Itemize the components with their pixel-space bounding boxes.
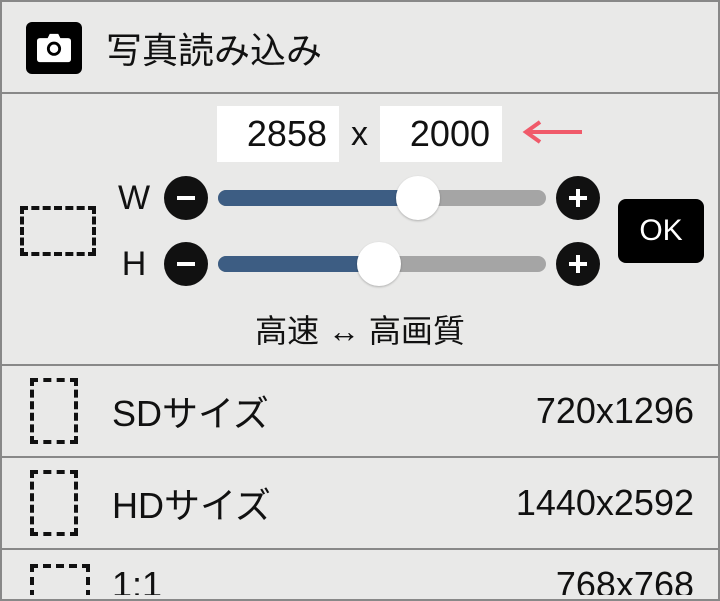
height-plus-button[interactable] — [556, 242, 600, 286]
height-slider-thumb[interactable] — [357, 242, 401, 286]
camera-icon — [26, 22, 82, 74]
preset-size-sd[interactable]: SDサイズ 720x1296 — [2, 366, 718, 458]
width-slider-row: W — [114, 176, 600, 220]
dimension-separator: x — [347, 115, 372, 154]
height-slider[interactable] — [218, 242, 546, 286]
preset-size-label: 1:1 — [112, 564, 556, 595]
preset-size-hd[interactable]: HDサイズ 1440x2592 — [2, 458, 718, 550]
preset-size-value: 1440x2592 — [516, 482, 694, 524]
sliders-column: W H — [114, 176, 600, 286]
aspect-landscape-icon — [20, 206, 96, 256]
sliders-area: W H — [12, 176, 708, 286]
custom-size-section: 2858 x 2000 W — [2, 94, 718, 366]
preset-size-label: HDサイズ — [112, 477, 516, 529]
width-input[interactable]: 2858 — [217, 106, 339, 162]
height-minus-button[interactable] — [164, 242, 208, 286]
preset-size-1-1[interactable]: 1:1 768x768 — [2, 550, 718, 595]
width-slider-fill — [218, 190, 418, 206]
preset-size-value: 720x1296 — [536, 390, 694, 432]
width-plus-button[interactable] — [556, 176, 600, 220]
height-slider-fill — [218, 256, 379, 272]
settings-panel: 写真読み込み 2858 x 2000 W — [0, 0, 720, 601]
width-slider-thumb[interactable] — [396, 176, 440, 220]
ok-button[interactable]: OK — [618, 199, 704, 263]
height-label: H — [114, 245, 154, 284]
aspect-square-icon — [30, 564, 90, 595]
height-input[interactable]: 2000 — [380, 106, 502, 162]
aspect-portrait-icon — [30, 470, 78, 536]
width-slider[interactable] — [218, 176, 546, 220]
arrow-left-icon — [522, 120, 584, 149]
height-slider-row: H — [114, 242, 600, 286]
width-minus-button[interactable] — [164, 176, 208, 220]
panel-header: 写真読み込み — [2, 2, 718, 94]
quality-scale-label: 高速 ↔ 高画質 — [12, 306, 708, 352]
aspect-portrait-icon — [30, 378, 78, 444]
dimensions-row: 2858 x 2000 — [12, 106, 708, 162]
preset-size-label: SDサイズ — [112, 385, 536, 437]
preset-size-value: 768x768 — [556, 564, 694, 595]
width-label: W — [114, 179, 154, 218]
panel-title: 写真読み込み — [106, 22, 322, 74]
